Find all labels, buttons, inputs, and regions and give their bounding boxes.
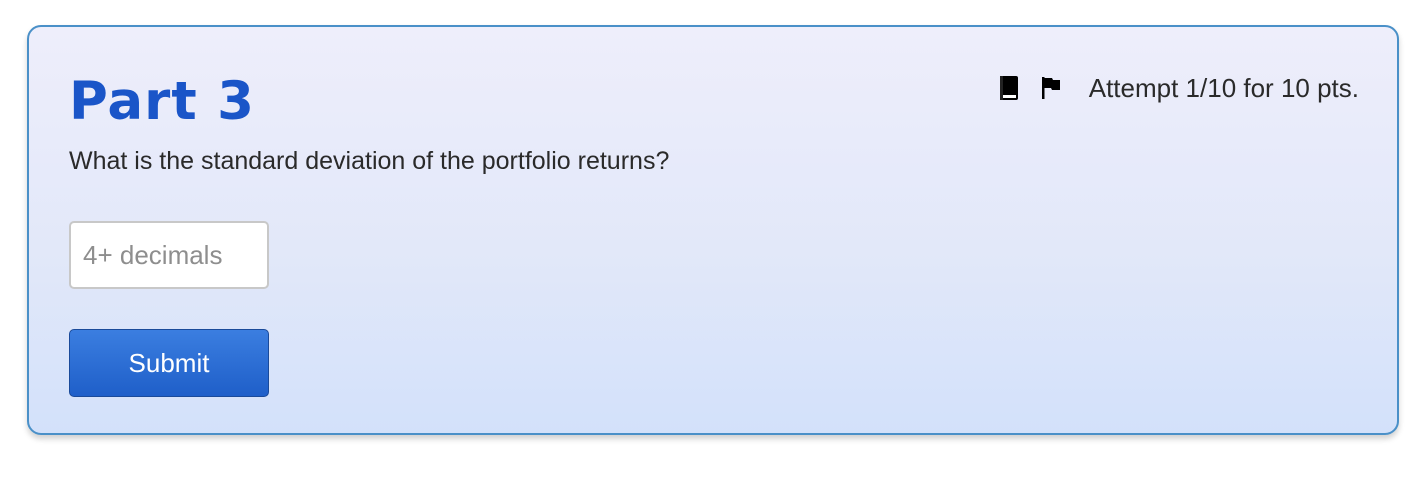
- attempt-counter: Attempt 1/10 for 10 pts.: [1088, 73, 1359, 103]
- part-title: Part 3: [69, 71, 255, 132]
- question-card: Part 3 Attempt 1/10 for 10 pts. What is …: [27, 25, 1399, 435]
- attempt-toolbar: Attempt 1/10 for 10 pts.: [997, 71, 1359, 105]
- flag-icon[interactable]: [1039, 71, 1063, 105]
- answer-input[interactable]: [69, 221, 269, 289]
- question-text: What is the standard deviation of the po…: [69, 147, 670, 175]
- submit-button[interactable]: Submit: [69, 329, 269, 397]
- book-icon[interactable]: [997, 71, 1021, 105]
